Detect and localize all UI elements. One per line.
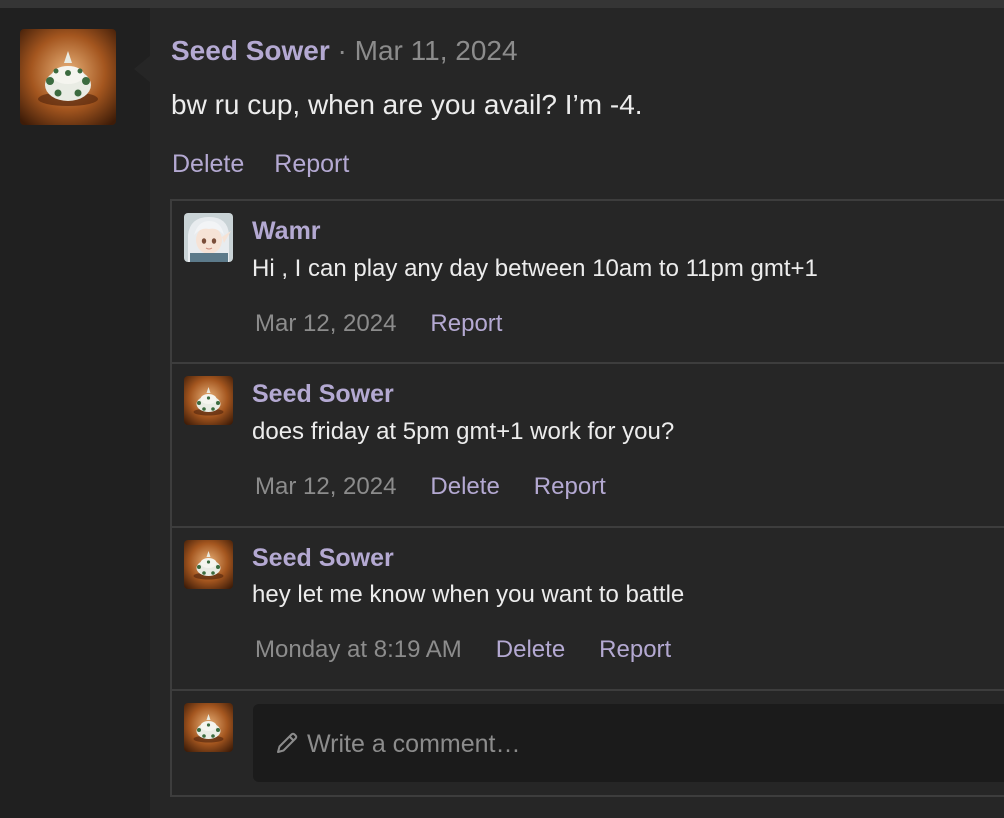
comment-divider — [172, 689, 1004, 691]
comment-author-avatar[interactable] — [184, 376, 233, 425]
comment-meta: Mar 12, 2024 Delete Report — [255, 472, 606, 502]
spiky-pokemon-avatar-icon — [184, 703, 233, 752]
left-rail — [0, 8, 150, 818]
comment-input-placeholder[interactable]: Write a comment… — [307, 729, 520, 759]
comment-delete-link[interactable]: Delete — [496, 636, 565, 663]
anime-girl-avatar-icon — [184, 213, 233, 262]
comment-date[interactable]: Mar 12, 2024 — [255, 473, 396, 500]
speech-pointer — [134, 55, 151, 83]
comment-author-name[interactable]: Seed Sower — [252, 379, 394, 409]
post-header: Seed Sower · Mar 11, 2024 — [171, 33, 518, 69]
post-author-avatar[interactable] — [20, 29, 116, 125]
comment-text: Hi , I can play any day between 10am to … — [252, 255, 818, 282]
pencil-icon — [277, 732, 298, 753]
comment-author-avatar[interactable] — [184, 540, 233, 589]
post-report-link[interactable]: Report — [274, 150, 349, 178]
comment-report-link[interactable]: Report — [534, 473, 606, 500]
comment-meta: Monday at 8:19 AM Delete Report — [255, 635, 671, 665]
comment-report-link[interactable]: Report — [430, 310, 502, 337]
spiky-pokemon-avatar-icon — [184, 376, 233, 425]
comment-divider — [172, 362, 1004, 364]
comment-report-link[interactable]: Report — [599, 636, 671, 663]
comment-author-name[interactable]: Wamr — [252, 216, 321, 246]
post-actions: Delete Report — [172, 148, 349, 180]
post-body: bw ru cup, when are you avail? I’m -4. — [171, 89, 643, 120]
reply-author-avatar — [184, 703, 233, 752]
top-strip — [0, 0, 1004, 8]
spiky-pokemon-avatar-icon — [20, 29, 116, 125]
spiky-pokemon-avatar-icon — [184, 540, 233, 589]
comment-text: does friday at 5pm gmt+1 work for you? — [252, 418, 675, 445]
comment-meta: Mar 12, 2024 Report — [255, 309, 502, 339]
comment-delete-link[interactable]: Delete — [430, 473, 499, 500]
post-author-name[interactable]: Seed Sower — [171, 35, 330, 66]
header-separator: · — [337, 35, 347, 66]
post-delete-link[interactable]: Delete — [172, 150, 244, 178]
comment-author-avatar[interactable] — [184, 213, 233, 262]
post-date[interactable]: Mar 11, 2024 — [355, 35, 518, 66]
comment-date[interactable]: Mar 12, 2024 — [255, 310, 396, 337]
comment-date[interactable]: Monday at 8:19 AM — [255, 636, 462, 663]
comment-divider — [172, 526, 1004, 528]
comment-text: hey let me know when you want to battle — [252, 581, 685, 608]
comment-author-name[interactable]: Seed Sower — [252, 543, 394, 573]
